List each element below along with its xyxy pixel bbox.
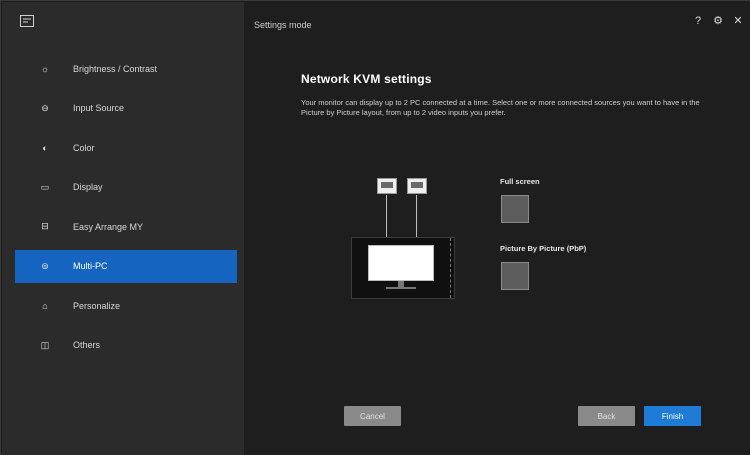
page-title: Network KVM settings — [301, 72, 432, 86]
sidebar-item-others[interactable]: ◫ Others — [15, 329, 237, 362]
sidebar-item-label: Personalize — [73, 300, 121, 311]
finish-button[interactable]: Finish — [644, 406, 701, 426]
monitor-side-bezel — [450, 238, 454, 298]
main-panel: Settings mode ? ⚙ ✕ Network KVM settings… — [244, 2, 750, 455]
sidebar-nav: ☼ Brightness / Contrast ⊖ Input Source ◐… — [15, 52, 237, 368]
sidebar-item-label: Brightness / Contrast — [73, 63, 158, 74]
dell-logo-icon — [20, 14, 34, 27]
sidebar-item-display[interactable]: ▭ Display — [15, 171, 237, 204]
sidebar: ☼ Brightness / Contrast ⊖ Input Source ◐… — [2, 2, 244, 455]
sidebar-item-multi-pc[interactable]: ⊜ Multi-PC — [15, 249, 237, 283]
full-screen-option[interactable] — [501, 195, 529, 223]
close-icon[interactable]: ✕ — [732, 15, 744, 27]
display-icon: ▭ — [40, 181, 50, 192]
sidebar-item-label: Display — [73, 182, 103, 192]
sidebar-item-brightness-contrast[interactable]: ☼ Brightness / Contrast — [15, 52, 237, 85]
sidebar-item-label: Input Source — [73, 103, 125, 113]
sidebar-item-color[interactable]: ◐ Color — [15, 131, 237, 164]
help-icon[interactable]: ? — [692, 15, 704, 27]
easy-arrange-icon: ⊟ — [41, 221, 49, 231]
sidebar-item-personalize[interactable]: ⌂ Personalize — [15, 289, 237, 322]
others-icon: ◫ — [40, 339, 50, 350]
full-screen-label: Full screen — [500, 177, 540, 186]
kvm-illustration — [351, 175, 463, 301]
app-window: ☼ Brightness / Contrast ⊖ Input Source ◐… — [0, 0, 750, 455]
page-description: Your monitor can display up to 2 PC conn… — [301, 98, 700, 117]
monitor-screen — [368, 245, 434, 281]
back-button[interactable]: Back — [578, 406, 635, 426]
sidebar-item-label: Color — [73, 142, 95, 153]
monitor-graphic — [351, 237, 455, 299]
input-source-icon: ⊖ — [41, 102, 49, 113]
sidebar-item-input-source[interactable]: ⊖ Input Source — [15, 92, 237, 125]
pbp-option[interactable] — [501, 262, 529, 290]
settings-icon[interactable]: ⚙ — [712, 15, 724, 27]
color-icon: ◐ — [42, 142, 48, 153]
cancel-button[interactable]: Cancel — [344, 406, 401, 426]
sidebar-item-easy-arrange[interactable]: ⊟ Easy Arrange MY — [15, 210, 237, 243]
window-title: Settings mode — [254, 20, 312, 30]
computer-icon — [407, 178, 427, 194]
personalize-icon: ⌂ — [42, 300, 48, 311]
monitor-foot — [386, 287, 416, 289]
brightness-icon: ☼ — [40, 63, 50, 74]
pbp-label: Picture By Picture (PbP) — [500, 244, 587, 253]
window-controls: ? ⚙ ✕ — [692, 15, 744, 27]
sidebar-item-label: Easy Arrange MY — [73, 221, 144, 232]
sidebar-item-label: Others — [73, 340, 101, 350]
sidebar-item-label: Multi-PC — [73, 261, 108, 271]
kvm-icon: ⊜ — [41, 260, 49, 271]
computer-icon — [377, 178, 397, 194]
